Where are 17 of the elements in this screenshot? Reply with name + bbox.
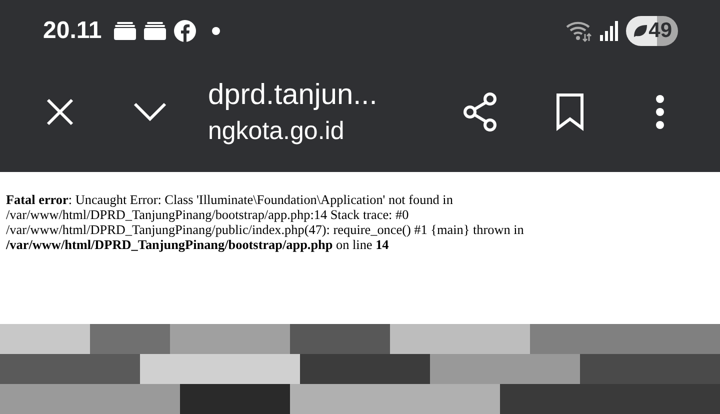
battery-level: 49 xyxy=(648,19,672,43)
chevron-down-icon xyxy=(133,102,167,122)
notification-dot-icon xyxy=(212,27,220,35)
leaf-icon xyxy=(632,23,648,39)
page-url: ngkota.go.id xyxy=(208,116,346,147)
close-icon xyxy=(46,98,74,126)
error-message: Fatal error: Uncaught Error: Class 'Illuminate\Foundation\Application' not found in /var/www/html/DPRD_TanjungPinang/bootstrap/app.php:14 Stack trace: #0 /var/www/html/DPRD_TanjungPinang/public/index.php(47): require_once() #1 {main} thrown in /var/www/html/DPRD_TanjungPinang/bootstrap/app.php on line 14 xyxy=(6,192,525,252)
gallery-icon xyxy=(144,22,166,40)
signal-icon xyxy=(600,21,618,41)
wifi-icon xyxy=(566,20,592,42)
page-title: dprd.tanjun... xyxy=(208,78,378,113)
bookmark-icon xyxy=(556,93,584,131)
share-icon xyxy=(462,92,498,132)
status-time: 20.11 xyxy=(43,17,102,45)
facebook-icon xyxy=(174,20,196,42)
gallery-icon xyxy=(114,22,136,40)
more-icon xyxy=(655,94,665,130)
